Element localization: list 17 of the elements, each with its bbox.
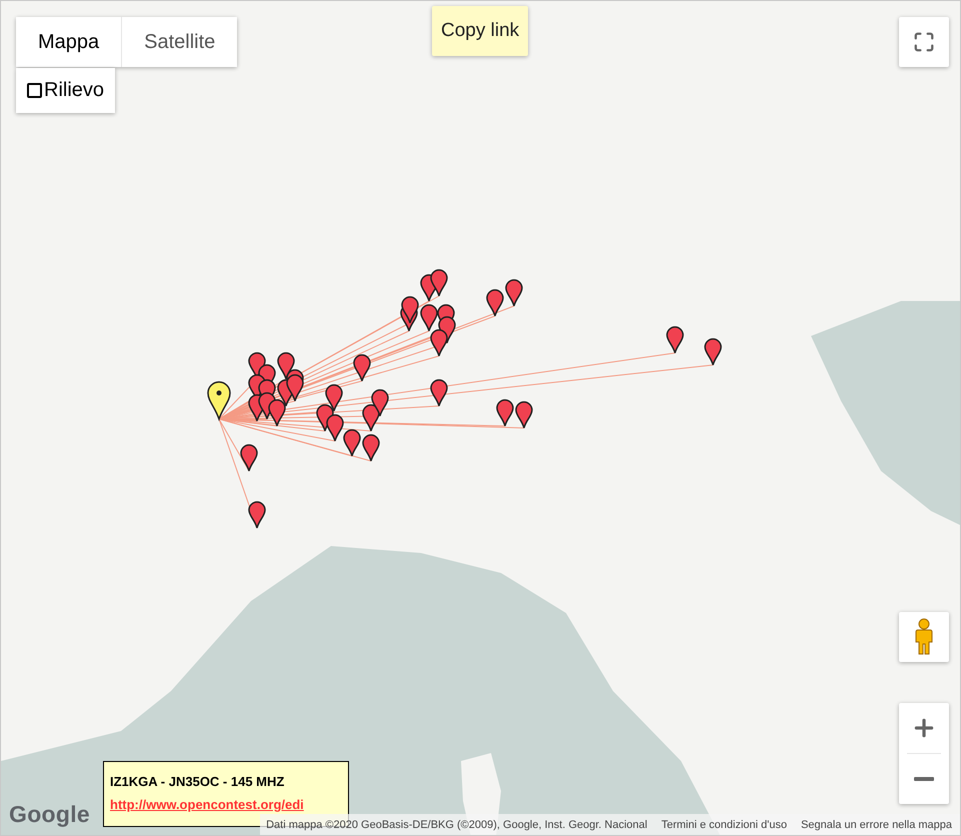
attribution-link[interactable]: Termini e condizioni d'uso	[661, 818, 787, 830]
map-logo: Google	[9, 801, 90, 828]
zoom-out-icon	[914, 777, 934, 781]
terrain-toggle[interactable]: Rilievo	[16, 68, 116, 113]
map-type-tab[interactable]: Satellite	[122, 17, 238, 67]
map-type-tab[interactable]: Mappa	[16, 17, 122, 67]
station-title: IZ1KGA - JN35OC - 145 MHZ	[110, 774, 286, 789]
person-icon	[914, 618, 934, 656]
pegman-button[interactable]	[899, 612, 949, 662]
fullscreen-button[interactable]	[899, 17, 949, 67]
copy-link-button[interactable]: Copy link	[432, 6, 528, 56]
terrain-label: Rilievo	[44, 79, 104, 102]
fullscreen-icon	[913, 31, 935, 53]
attribution-link[interactable]: Segnala un errore nella mappa	[800, 818, 952, 830]
checkbox[interactable]	[27, 83, 42, 98]
website-link[interactable]: http://www.opencontest.org/edi	[110, 797, 342, 812]
map-data-credit: Dati mappa ©2020 GeoBasis-DE/BKG (©2009), Google, Inst. Geogr. Nacional	[266, 818, 648, 830]
